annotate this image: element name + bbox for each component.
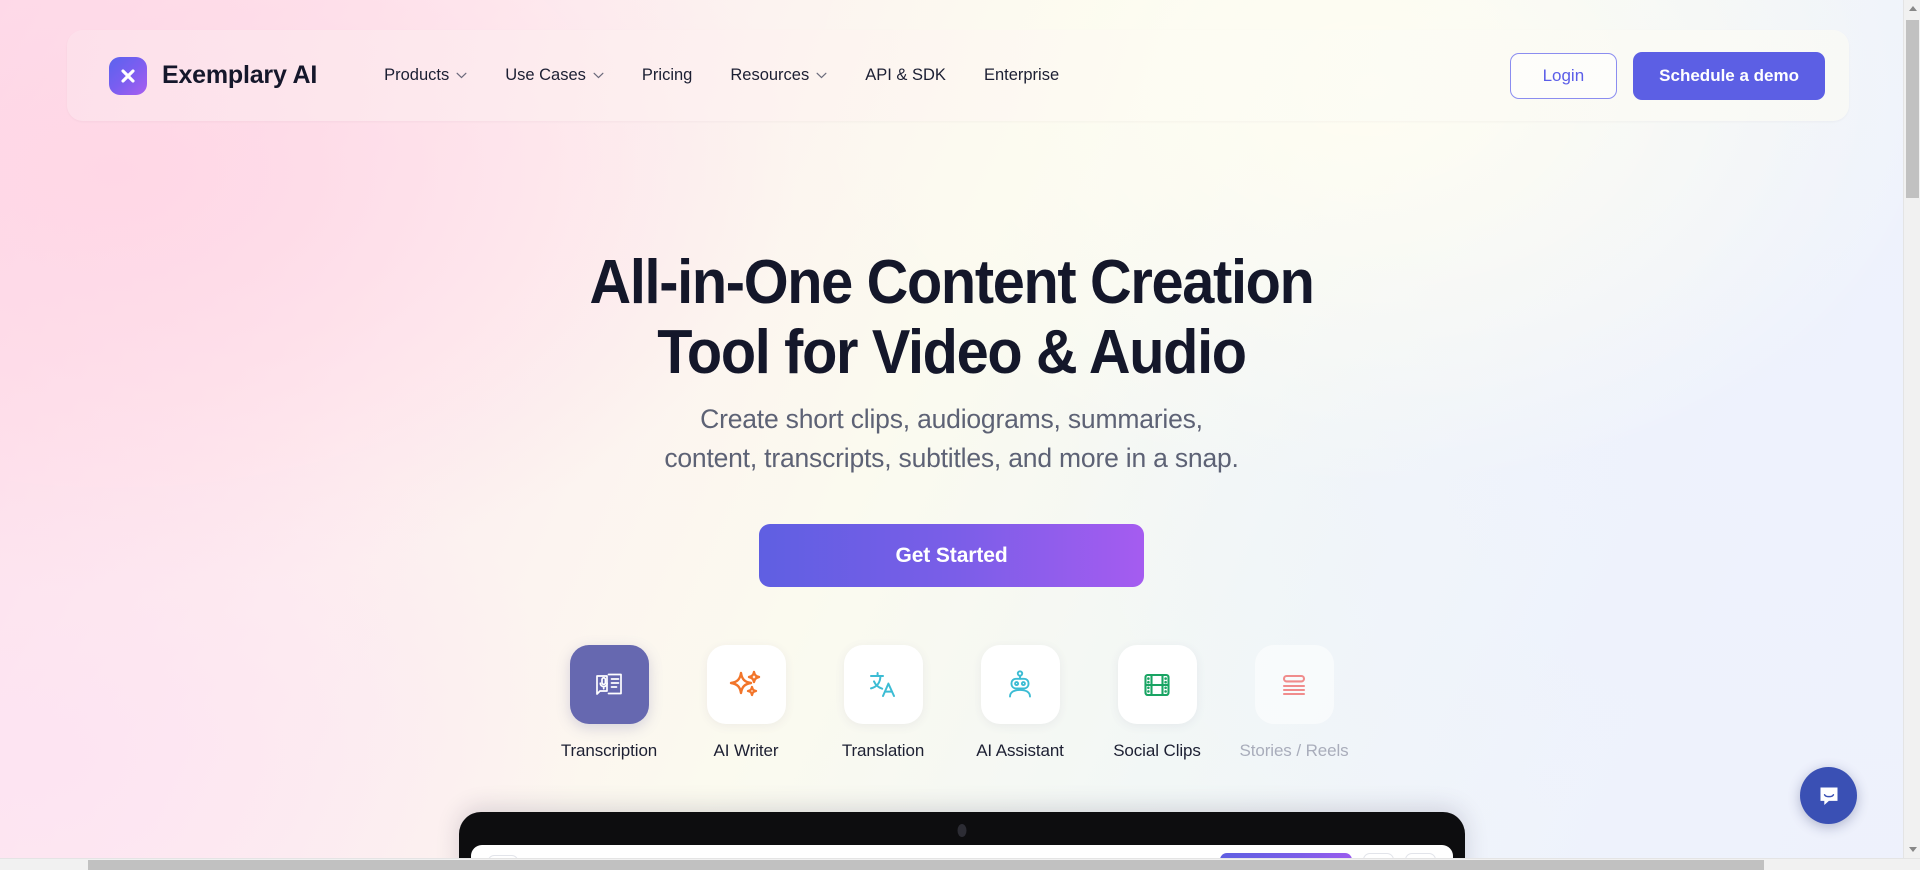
nav-links: Products Use Cases Pricing Resources API… [365,56,1078,95]
nav-item-use-cases[interactable]: Use Cases [486,56,623,95]
x-logo-icon [109,56,147,95]
film-strip-icon [1117,645,1197,724]
schedule-demo-button[interactable]: Schedule a demo [1633,51,1825,100]
translate-icon [843,645,923,724]
feature-tile-transcription[interactable]: Transcription [561,645,658,761]
vertical-scrollbar[interactable] [1903,0,1920,858]
page-title: All-in-One Content Creation Tool for Vid… [67,248,1837,388]
feature-tile-social-clips[interactable]: Social Clips [1109,645,1206,761]
headline-line-2: Tool for Video & Audio [657,318,1247,387]
feature-tile-label: AI Assistant [976,741,1064,760]
chevron-down-icon [593,72,604,79]
feature-tile-label: Stories / Reels [1239,741,1349,760]
nav-item-label: Pricing [641,66,693,84]
text-lines-icon [1254,645,1334,724]
nav-item-pricing[interactable]: Pricing [623,56,711,95]
get-started-button[interactable]: Get Started [759,524,1144,587]
scroll-up-button[interactable] [1904,0,1920,17]
chat-widget-button[interactable] [1800,767,1857,824]
scroll-down-button[interactable] [1904,841,1920,858]
transcript-mic-icon [569,645,649,724]
sparkles-icon [706,645,786,724]
app-preview-screen: Reed's Meeting Analytics Platform Enhanc… [471,845,1453,858]
feature-tile-label: AI Writer [713,741,779,760]
subtitle-line-1: Create short clips, audiograms, summarie… [700,404,1203,434]
vertical-scrollbar-thumb[interactable] [1906,20,1919,198]
nav-item-enterprise[interactable]: Enterprise [965,56,1078,95]
intercom-chat-icon [1820,787,1837,805]
feature-tile-stories-reels[interactable]: Stories / Reels [1239,645,1349,761]
nav-item-label: Use Cases [505,66,586,84]
feature-tiles: Transcription AI Writer Translation AI A… [0,645,1903,761]
triangle-down-icon [1908,847,1917,852]
horizontal-scrollbar-thumb[interactable] [88,860,1764,870]
feature-tile-label: Transcription [560,741,658,760]
feature-tile-translation[interactable]: Translation [835,645,932,761]
feature-tile-ai-assistant[interactable]: AI Assistant [972,645,1069,761]
robot-icon [980,645,1060,724]
brand-logo-link[interactable]: Exemplary AI [109,56,318,95]
headline-line-1: All-in-One Content Creation [589,248,1314,317]
chevron-down-icon [456,72,467,79]
nav-item-label: Resources [730,66,810,84]
nav-item-label: Enterprise [983,66,1060,84]
feature-tile-label: Translation [841,741,925,760]
triangle-up-icon [1908,6,1917,11]
nav-item-resources[interactable]: Resources [711,56,846,95]
nav-item-api-sdk[interactable]: API & SDK [846,56,965,95]
app-preview-device-mockup: Reed's Meeting Analytics Platform Enhanc… [459,812,1465,858]
horizontal-scrollbar[interactable] [0,858,1920,870]
login-button[interactable]: Login [1509,52,1618,99]
nav-item-label: API & SDK [865,66,946,84]
nav-item-label: Products [384,66,450,84]
feature-tile-label: Social Clips [1113,741,1201,760]
top-navigation-bar: Exemplary AI Products Use Cases Pricing … [67,30,1849,121]
nav-actions: Login Schedule a demo [1509,51,1825,100]
hero-subtitle: Create short clips, audiograms, summarie… [0,400,1903,478]
nav-item-products[interactable]: Products [365,56,486,95]
app-preview-toolbar: Reed's Meeting Analytics Platform Enhanc… [471,845,1453,858]
chevron-down-icon [816,72,827,79]
device-camera-notch [957,824,967,837]
page-canvas: Exemplary AI Products Use Cases Pricing … [0,0,1903,858]
subtitle-line-2: content, transcripts, subtitles, and mor… [664,443,1239,473]
feature-tile-ai-writer[interactable]: AI Writer [698,645,795,761]
cta-container: Get Started [0,524,1903,587]
brand-name: Exemplary AI [162,61,318,89]
